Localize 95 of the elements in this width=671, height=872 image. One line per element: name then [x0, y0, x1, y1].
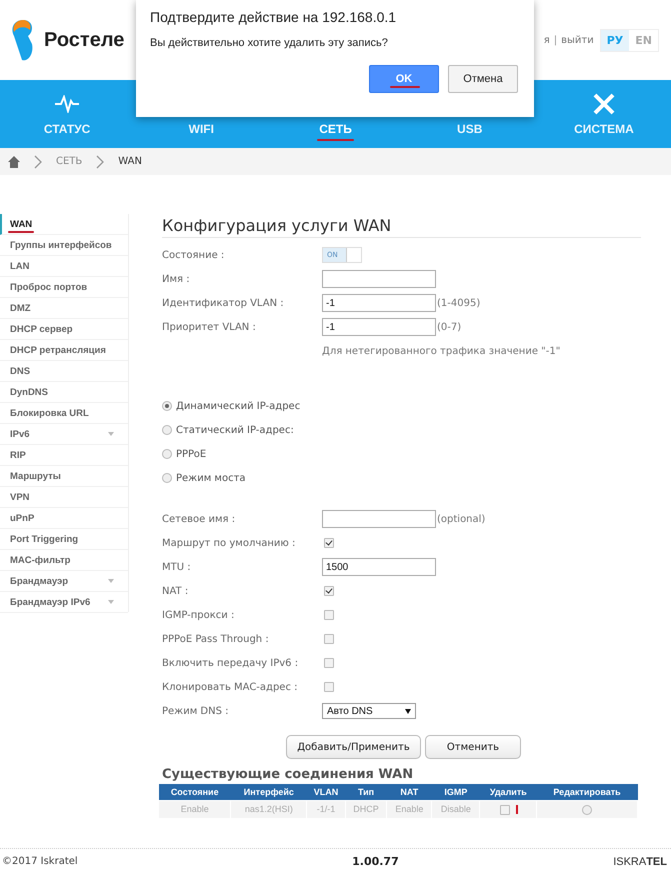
home-icon [8, 156, 20, 168]
checkbox[interactable] [324, 658, 334, 668]
sidebar-item[interactable]: Проброс портов [0, 277, 128, 298]
dialog-title: Подтвердите действие на 192.168.0.1 [150, 9, 398, 25]
sidebar-item[interactable]: Брандмауэр [0, 571, 128, 592]
radio-button[interactable] [162, 473, 172, 483]
table-cell: Disable [432, 800, 480, 818]
field-label: Режим DNS : [162, 706, 230, 716]
sidebar-item[interactable]: Брандмауэр IPv6 [0, 592, 128, 613]
input-field[interactable] [322, 270, 436, 288]
header-link[interactable]: я [544, 34, 550, 46]
dialog-button[interactable]: Отмена [448, 65, 518, 93]
dropdown[interactable]: Авто DNS [322, 703, 416, 719]
radio-label: Динамический IP-адрес [176, 400, 300, 412]
field-label: IGMP-прокси : [162, 610, 236, 620]
input-field[interactable]: -1 [322, 294, 436, 312]
table-cell: Enable [158, 800, 231, 818]
column-header: Состояние [158, 784, 231, 800]
form-button[interactable]: Отменить [425, 735, 521, 759]
field-label: Состояние : [162, 250, 226, 260]
section-title: Существующие соединения WAN [162, 767, 414, 782]
field-label: Включить передачу IPv6 : [162, 658, 300, 668]
sidebar-item[interactable]: WAN [0, 214, 128, 235]
radio-label: PPPoE [176, 448, 206, 460]
sidebar-item[interactable]: Блокировка URL [0, 403, 128, 424]
input-field[interactable]: 1500 [322, 558, 436, 576]
sidebar-item[interactable]: Port Triggering [0, 529, 128, 550]
checkbox[interactable] [324, 610, 334, 620]
radio-label: Режим моста [176, 472, 246, 484]
field-label: PPPoE Pass Through : [162, 634, 270, 644]
column-header: Редактировать [536, 784, 638, 800]
column-header: VLAN [306, 784, 346, 800]
field-label: NAT : [162, 586, 190, 596]
column-header: Интерфейс [230, 784, 307, 800]
logo-text: Ростеле [44, 28, 124, 52]
column-header: Удалить [480, 784, 537, 800]
field-label: Клонировать MAC-адрес : [162, 682, 299, 692]
breadcrumb-link[interactable]: WAN [118, 156, 142, 167]
radio-button[interactable] [162, 425, 172, 435]
header-link[interactable]: выйти [561, 34, 594, 46]
sidebar-item[interactable]: Маршруты [0, 466, 128, 487]
hint-text: (1-4095) [437, 298, 480, 308]
field-label: Маршрут по умолчанию : [162, 538, 296, 548]
table-cell: DHCP [345, 800, 387, 818]
version-text: 1.00.77 [352, 855, 399, 868]
radio-button[interactable] [162, 401, 172, 411]
hint-text: Для нетегированного трафика значение "-1" [322, 346, 560, 356]
checkbox[interactable] [324, 586, 334, 596]
radio-button[interactable] [162, 449, 172, 459]
sidebar-item[interactable]: RIP [0, 445, 128, 466]
field-label: Имя : [162, 274, 191, 284]
checkbox[interactable] [500, 804, 510, 815]
checkbox[interactable] [324, 538, 334, 548]
field-label: Сетевое имя : [162, 514, 236, 524]
chevron-icon [34, 154, 42, 168]
sidebar-item[interactable]: uPnP [0, 508, 128, 529]
breadcrumb-link[interactable]: СЕТЬ [56, 156, 82, 167]
column-header: IGMP [432, 784, 480, 800]
sidebar-item[interactable]: DHCP сервер [0, 319, 128, 340]
input-field[interactable] [322, 510, 436, 528]
brand-logo: ISKRATEL [613, 856, 667, 868]
section-title: Конфигурация услуги WAN [162, 214, 641, 238]
hint-text: (0-7) [437, 322, 462, 332]
tools-icon [592, 92, 616, 116]
field-label: Приоритет VLAN : [162, 322, 257, 332]
pulse-icon [55, 95, 80, 113]
copyright-text: ©2017 Iskratel [2, 856, 78, 867]
chevron-icon [96, 154, 104, 168]
field-label: Идентификатор VLAN : [162, 298, 285, 308]
sidebar-item[interactable]: DMZ [0, 298, 128, 319]
sidebar-item[interactable]: VPN [0, 487, 128, 508]
dialog-message: Вы действительно хотите удалить эту запись? [150, 37, 389, 49]
underline-mark [317, 139, 354, 141]
input-field[interactable]: -1 [322, 318, 436, 336]
sidebar-item[interactable]: IPv6 [0, 424, 128, 445]
dialog-button[interactable]: OK [369, 65, 439, 93]
sidebar-item[interactable]: LAN [0, 256, 128, 277]
sidebar-item[interactable]: DynDNS [0, 382, 128, 403]
separator: | [554, 34, 558, 46]
radio-label: Статический IP-адрес: [176, 424, 294, 436]
checkbox[interactable] [324, 682, 334, 692]
hint-text: (optional) [437, 514, 486, 524]
table-cell: -1/-1 [306, 800, 346, 818]
sidebar-item[interactable]: Группы интерфейсов [0, 235, 128, 256]
checkbox[interactable] [324, 634, 334, 644]
sidebar-item[interactable]: DHCP ретрансляция [0, 340, 128, 361]
form-button[interactable]: Добавить/Применить [286, 735, 421, 759]
sidebar-item[interactable]: DNS [0, 361, 128, 382]
table-cell: nas1.2(HSI) [230, 800, 307, 818]
column-header: Тип [345, 784, 387, 800]
table-cell: Enable [386, 800, 432, 818]
radio-button[interactable] [582, 804, 592, 815]
sidebar-item[interactable]: MAC-фильтр [0, 550, 128, 571]
field-label: MTU : [162, 562, 192, 572]
column-header: NAT [386, 784, 432, 800]
